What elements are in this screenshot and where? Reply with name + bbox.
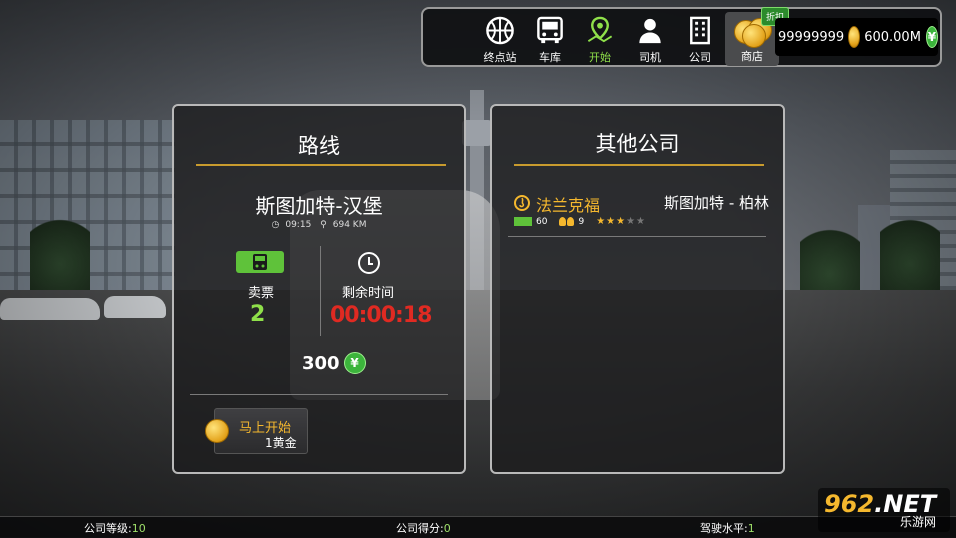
route-time: 09:15 — [285, 220, 312, 230]
game-background-scene — [0, 0, 956, 537]
nav-start[interactable]: 开始 — [575, 13, 625, 65]
company-stats: 60 9 ★★★★★ — [514, 216, 646, 227]
driver-icon — [639, 18, 661, 44]
company-flame-icon — [514, 195, 530, 211]
reward-amount: 300 — [302, 352, 340, 374]
building-icon — [690, 16, 710, 45]
nav-label: 商店 — [741, 50, 763, 63]
company-name: 法兰克福 — [536, 196, 601, 215]
remaining-time-label: 剩余时间 — [342, 286, 395, 301]
vignette — [0, 0, 956, 537]
title-underline — [196, 164, 446, 166]
nav-company[interactable]: 公司 — [675, 13, 725, 65]
clock-small-icon: ◷ — [271, 220, 280, 230]
bottom-status-bar: 公司等级:10 公司得分:0 驾驶水平:1 — [0, 516, 956, 538]
tickets-value: 2 — [250, 302, 266, 327]
start-now-button[interactable]: 马上开始 1黄金 — [205, 408, 308, 454]
nav-drivers[interactable]: 司机 — [625, 13, 675, 65]
divider — [508, 236, 766, 237]
title-underline — [514, 164, 764, 166]
location-pin-small-icon: ⚲ — [320, 220, 327, 230]
divider — [320, 246, 321, 336]
map-pin-icon — [587, 16, 613, 43]
yen-icon: ¥ — [343, 352, 366, 374]
yen-icon[interactable]: ¥ — [925, 26, 938, 48]
company-level: 公司等级:10 — [84, 522, 146, 535]
watermark-sitename: 乐游网 — [900, 515, 937, 529]
tickets-label: 卖票 — [248, 286, 275, 301]
nav-label: 司机 — [639, 51, 661, 64]
route-panel: 路线 斯图加特-汉堡 ◷ 09:15 ⚲ 694 KM 卖票 剩余时间 2 00:0… — [172, 104, 466, 474]
company-level: 60 — [536, 216, 548, 227]
gold-coin-icon — [205, 419, 229, 443]
top-menu-bar: 终点站 车库 开始 司机 公司 商店 折扣 99999999 600.00M ¥ — [421, 7, 942, 67]
basketball-icon — [486, 16, 514, 45]
site-watermark-logo: 962.NET 乐游网 — [818, 488, 950, 532]
divider — [190, 394, 448, 395]
driving-level: 驾驶水平:1 — [700, 522, 755, 535]
clock-icon — [358, 252, 380, 274]
company-score: 公司得分:0 — [396, 522, 451, 535]
drivers-icon — [559, 217, 575, 226]
route-meta: ◷ 09:15 ⚲ 694 KM — [174, 220, 464, 230]
gold-coin-icon — [848, 26, 861, 48]
wallet-display: 99999999 600.00M ¥ — [775, 18, 938, 56]
nav-terminal[interactable]: 终点站 — [475, 13, 525, 65]
nav-label: 终点站 — [483, 51, 517, 64]
gold-amount: 99999999 — [778, 29, 845, 45]
reward: 300 ¥ — [302, 352, 366, 374]
cash-amount: 600.00M — [864, 29, 921, 45]
route-name: 斯图加特-汉堡 — [255, 194, 383, 218]
company-route: 斯图加特 - 柏林 — [664, 194, 769, 212]
route-distance: 694 KM — [332, 220, 367, 230]
remaining-time-value: 00:00:18 — [330, 303, 432, 328]
bus-icon — [537, 16, 563, 44]
company-list-item[interactable]: 法兰克福 斯图加特 - 柏林 60 9 ★★★★★ — [514, 192, 769, 232]
panel-title: 其他公司 — [595, 132, 680, 156]
company-drivers: 9 — [578, 216, 585, 227]
nav-label: 开始 — [589, 51, 611, 64]
nav-garage[interactable]: 车库 — [525, 13, 575, 65]
nav-label: 车库 — [539, 51, 561, 64]
nav-label: 公司 — [689, 51, 711, 64]
panel-title: 路线 — [298, 134, 340, 158]
start-button-cost: 1黄金 — [265, 436, 297, 450]
other-companies-panel: 其他公司 法兰克福 斯图加特 - 柏林 60 9 ★★★★★ — [490, 104, 785, 474]
main-nav: 终点站 车库 开始 司机 公司 商店 — [475, 12, 779, 66]
level-badge-icon — [514, 217, 532, 226]
ticket-bus-icon — [236, 251, 284, 273]
star-rating: ★★★★★ — [596, 216, 647, 227]
